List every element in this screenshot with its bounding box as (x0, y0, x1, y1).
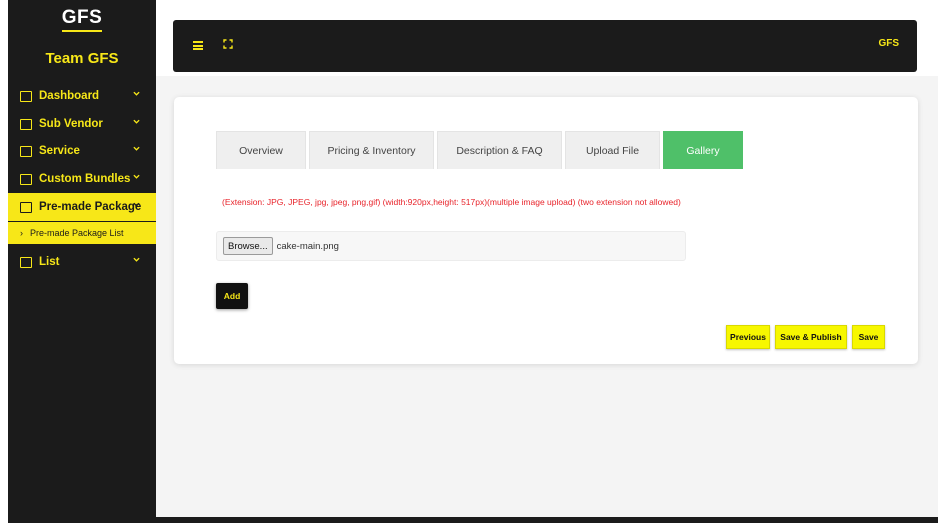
selected-file-name: cake-main.png (276, 240, 339, 252)
sidebar-item-service[interactable]: Service (8, 137, 148, 165)
save-publish-button[interactable]: Save & Publish (775, 325, 847, 349)
chevron-down-icon (133, 146, 140, 151)
service-icon (20, 145, 32, 157)
sidebar-item-custom-bundles[interactable]: Custom Bundles (8, 165, 148, 193)
sidebar-subitem-pre-made-package-list[interactable]: › Pre-made Package List (8, 222, 156, 244)
hamburger-menu-icon[interactable] (193, 41, 203, 50)
chevron-down-icon (133, 174, 140, 179)
top-bar-logo[interactable]: GFS (878, 38, 899, 49)
sidebar-item-dashboard[interactable]: Dashboard (8, 82, 148, 110)
sidebar: GFS Team GFS Dashboard Sub Vendor Servic… (8, 0, 156, 523)
tab-overview[interactable]: Overview (216, 131, 306, 169)
fullscreen-icon[interactable] (223, 39, 233, 49)
sidebar-item-label: Custom Bundles (39, 173, 131, 185)
previous-button[interactable]: Previous (726, 325, 770, 349)
file-input[interactable]: Browse... cake-main.png (216, 231, 686, 261)
logo-underline (62, 30, 102, 32)
gallery-card: Overview Pricing & Inventory Description… (174, 97, 918, 364)
team-name: Team GFS (45, 50, 119, 67)
logo-mark: GFS (61, 7, 103, 28)
tab-pricing-inventory[interactable]: Pricing & Inventory (309, 131, 434, 169)
bundle-icon (20, 173, 32, 185)
chevron-down-icon (133, 257, 140, 262)
sidebar-item-label: List (39, 256, 60, 268)
upload-requirements-notice: (Extension: JPG, JPEG, jpg, jpeg, png,gi… (222, 197, 681, 207)
save-button[interactable]: Save (852, 325, 885, 349)
sidebar-item-pre-made-package[interactable]: Pre-made Package (8, 193, 156, 221)
sidebar-item-label: Sub Vendor (39, 118, 103, 130)
add-button[interactable]: Add (216, 283, 248, 309)
sidebar-subitem-label: Pre-made Package List (30, 228, 124, 238)
tab-upload-file[interactable]: Upload File (565, 131, 660, 169)
grid-icon (20, 118, 32, 130)
top-bar: GFS (173, 20, 917, 72)
sidebar-item-sub-vendor[interactable]: Sub Vendor (8, 110, 148, 138)
tab-bar: Overview Pricing & Inventory Description… (216, 131, 746, 169)
list-icon (20, 256, 32, 268)
sidebar-item-label: Dashboard (39, 90, 100, 102)
browse-button[interactable]: Browse... (223, 237, 273, 255)
sidebar-item-label: Pre-made Package (39, 201, 142, 213)
sidebar-item-list[interactable]: List (8, 248, 148, 276)
chevron-down-icon (133, 202, 140, 207)
package-icon (20, 201, 32, 213)
tab-description-faq[interactable]: Description & FAQ (437, 131, 562, 169)
bottom-strip (156, 517, 938, 523)
sidebar-item-label: Service (39, 145, 80, 157)
chevron-right-icon: › (20, 228, 23, 238)
tab-gallery[interactable]: Gallery (663, 131, 743, 169)
grid-icon (20, 90, 32, 102)
chevron-down-icon (133, 91, 140, 96)
chevron-down-icon (133, 119, 140, 124)
sidebar-logo[interactable]: GFS (8, 8, 156, 32)
